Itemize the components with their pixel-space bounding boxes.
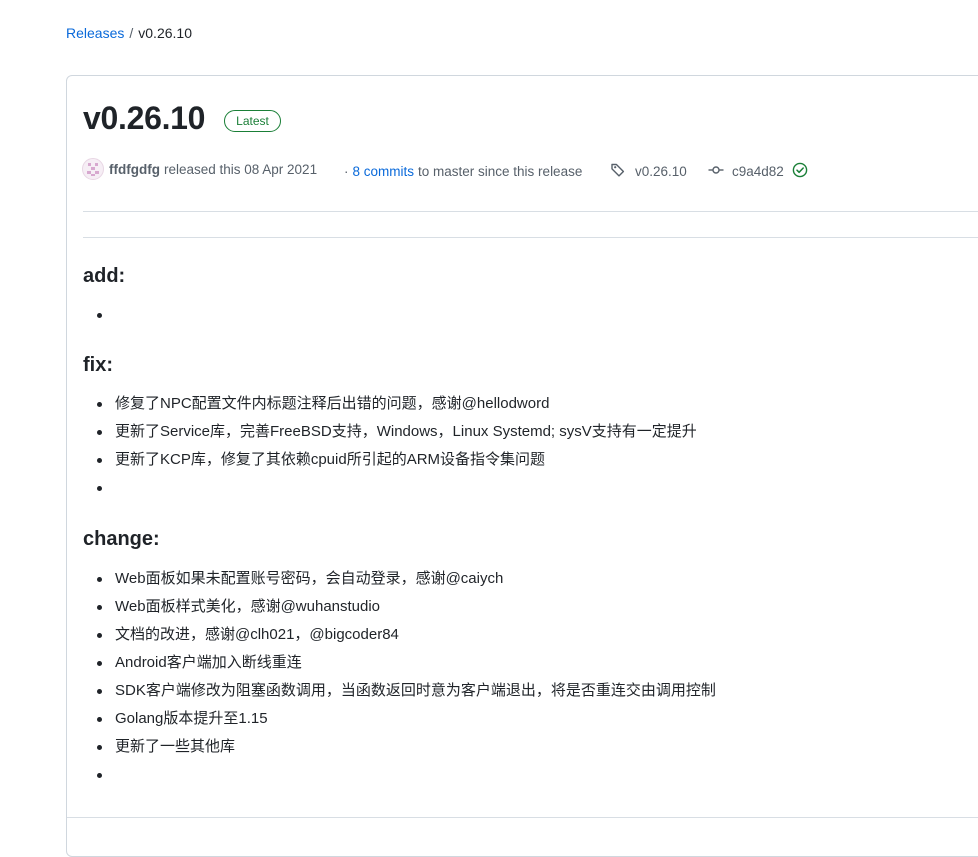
list-item: SDK客户端修改为阻塞函数调用，当函数返回时意为客户端退出，将是否重连交由调用控… [83,677,978,705]
list-item: Web面板如果未配置账号密码，会自动登录，感谢@caiych [83,565,978,593]
avatar[interactable] [82,158,104,180]
list-item: 更新了一些其他库 [83,733,978,761]
commits-to-master-text: to master since this release [418,163,583,179]
latest-badge: Latest [224,109,281,132]
breadcrumb-current: v0.26.10 [138,25,192,41]
meta-divider [83,211,978,212]
release-notes: add: fix: 修复了NPC配置文件内标题注释后出错的问题，感谢@hello… [83,261,978,789]
released-date-text: released this 08 Apr 2021 [163,161,318,177]
list-item [83,761,978,789]
commit-link[interactable]: c9a4d82 [708,160,808,182]
fix-list: 修复了NPC配置文件内标题注释后出错的问题，感谢@hellodword 更新了S… [83,390,978,502]
commit-sha: c9a4d82 [732,163,784,179]
git-commit-icon [708,162,724,181]
change-heading: change: [83,528,160,550]
add-heading: add: [83,265,126,287]
tag-label: v0.26.10 [635,163,687,179]
list-item: Web面板样式美化，感谢@wuhanstudio [83,593,978,621]
release-header: v0.26.10 Latest [83,100,281,137]
tag-link[interactable]: v0.26.10 [610,160,687,182]
list-item [83,301,978,329]
tag-icon [610,162,626,181]
list-item [83,474,978,502]
add-list [83,301,978,329]
list-item: 修复了NPC配置文件内标题注释后出错的问题，感谢@hellodword [83,390,978,418]
releases-link[interactable]: Releases [66,25,124,41]
list-item: Golang版本提升至1.15 [83,705,978,733]
breadcrumb-separator: / [129,25,134,41]
list-item: Android客户端加入断线重连 [83,649,978,677]
list-item: 更新了Service库，完善FreeBSD支持，Windows，Linux Sy… [83,418,978,446]
body-divider [83,237,978,238]
check-circle-icon[interactable] [792,162,808,181]
commits-dot: · [344,163,349,179]
release-card: v0.26.10 Latest ffdfgdfg released this 0… [66,75,978,857]
commits-link[interactable]: 8 commits [353,164,415,179]
breadcrumb: Releases / v0.26.10 [66,25,192,41]
list-item: 更新了KCP库，修复了其依赖cpuid所引起的ARM设备指令集问题 [83,446,978,474]
release-title[interactable]: v0.26.10 [83,100,205,137]
change-list: Web面板如果未配置账号密码，会自动登录，感谢@caiych Web面板样式美化… [83,565,978,789]
author-link[interactable]: ffdfgdfg [109,162,160,177]
footer-divider [67,817,978,818]
list-item: 文档的改进，感谢@clh021，@bigcoder84 [83,621,978,649]
fix-heading: fix: [83,354,113,376]
